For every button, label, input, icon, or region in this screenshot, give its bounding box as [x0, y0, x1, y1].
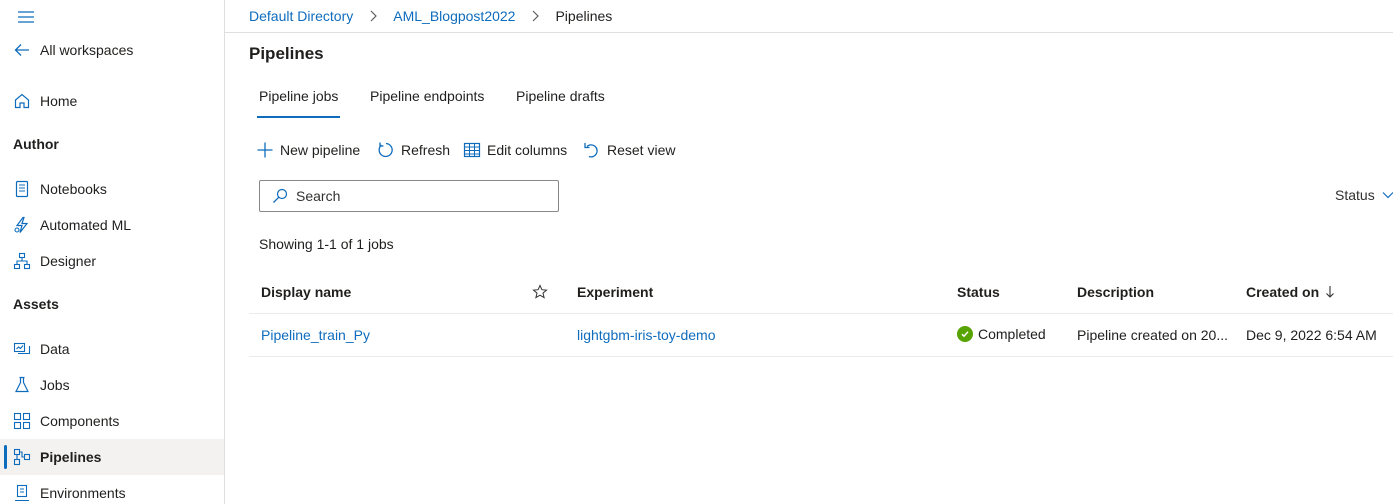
sidebar-item-environments[interactable]: Environments — [0, 475, 224, 504]
refresh-button[interactable]: Refresh — [377, 140, 450, 160]
tab-pipeline-endpoints[interactable]: Pipeline endpoints — [370, 88, 484, 118]
chevron-right-icon — [533, 10, 540, 22]
table-columns-icon — [463, 142, 481, 158]
automated-ml-icon — [13, 216, 31, 234]
home-icon — [13, 92, 31, 110]
reset-view-button[interactable]: Reset view — [583, 140, 675, 160]
sidebar-item-label: Components — [40, 413, 120, 429]
breadcrumb: Default Directory AML_Blogpost2022 Pipel… — [249, 6, 612, 26]
header-divider — [225, 32, 1393, 33]
status-text: Completed — [978, 326, 1046, 342]
breadcrumb-link-directory[interactable]: Default Directory — [249, 8, 353, 24]
environment-icon — [13, 484, 31, 502]
status-filter-label: Status — [1335, 187, 1375, 203]
flask-icon — [13, 376, 31, 394]
plus-icon — [257, 142, 273, 158]
column-header-created-on[interactable]: Created on — [1246, 284, 1336, 300]
edit-columns-label: Edit columns — [487, 142, 568, 158]
pipeline-icon — [13, 448, 31, 466]
hamburger-menu-icon[interactable] — [17, 10, 35, 24]
notebook-icon — [13, 180, 31, 198]
reset-view-label: Reset view — [607, 142, 676, 158]
description-cell: Pipeline created on 20... — [1077, 327, 1228, 343]
breadcrumb-current: Pipelines — [555, 8, 613, 24]
sidebar-item-label: Data — [40, 341, 70, 357]
created-on-cell: Dec 9, 2022 6:54 AM — [1246, 327, 1377, 343]
sidebar-item-label: Home — [40, 93, 78, 109]
sidebar-item-all-workspaces[interactable]: All workspaces — [0, 32, 224, 68]
sidebar-item-pipelines[interactable]: Pipelines — [0, 439, 224, 475]
chevron-down-icon — [1382, 192, 1393, 199]
search-box[interactable] — [259, 180, 559, 212]
column-header-display-name[interactable]: Display name — [261, 284, 351, 300]
results-count: Showing 1-1 of 1 jobs — [259, 236, 394, 252]
refresh-icon — [378, 142, 393, 158]
sidebar-item-label: Designer — [40, 253, 97, 269]
header-row-divider — [249, 313, 1393, 314]
sidebar-item-label: Jobs — [40, 377, 70, 393]
sidebar: All workspaces Home Author Notebooks Aut… — [0, 0, 225, 504]
sidebar-section-assets: Assets — [13, 296, 59, 312]
status-badge: Completed — [957, 326, 1046, 342]
status-filter-dropdown[interactable]: Status — [1335, 187, 1393, 203]
sidebar-item-designer[interactable]: Designer — [0, 243, 224, 279]
sidebar-item-label: Pipelines — [40, 449, 102, 465]
experiment-link[interactable]: lightgbm-iris-toy-demo — [577, 327, 715, 343]
data-icon — [13, 340, 31, 358]
undo-icon — [584, 143, 598, 158]
sidebar-item-jobs[interactable]: Jobs — [0, 367, 224, 403]
new-pipeline-label: New pipeline — [280, 142, 361, 158]
search-icon — [273, 188, 288, 203]
display-name-link[interactable]: Pipeline_train_Py — [261, 327, 370, 343]
created-on-label: Created on — [1246, 284, 1320, 300]
sidebar-item-home[interactable]: Home — [0, 83, 224, 119]
column-header-description[interactable]: Description — [1077, 284, 1154, 300]
chevron-right-icon — [370, 10, 378, 22]
new-pipeline-button[interactable]: New pipeline — [256, 140, 360, 160]
breadcrumb-link-workspace[interactable]: AML_Blogpost2022 — [393, 8, 515, 24]
search-input[interactable] — [296, 188, 536, 204]
tab-pipeline-drafts[interactable]: Pipeline drafts — [516, 88, 605, 118]
sidebar-item-automated-ml[interactable]: Automated ML — [0, 207, 224, 243]
sidebar-item-notebooks[interactable]: Notebooks — [0, 171, 224, 207]
column-header-experiment[interactable]: Experiment — [577, 284, 653, 300]
page-title: Pipelines — [249, 44, 324, 63]
sort-descending-icon — [1326, 286, 1335, 298]
sidebar-item-label: Environments — [40, 485, 126, 501]
row-divider — [249, 356, 1393, 357]
components-icon — [13, 412, 31, 430]
checkmark-circle-icon — [957, 326, 973, 342]
sidebar-item-components[interactable]: Components — [0, 403, 224, 439]
sidebar-item-label: All workspaces — [40, 42, 134, 58]
edit-columns-button[interactable]: Edit columns — [463, 140, 567, 160]
designer-icon — [13, 252, 31, 270]
column-header-status[interactable]: Status — [957, 284, 1000, 300]
star-icon[interactable] — [532, 284, 548, 300]
active-indicator — [4, 445, 7, 469]
sidebar-item-label: Notebooks — [40, 181, 107, 197]
sidebar-item-label: Automated ML — [40, 217, 132, 233]
sidebar-section-author: Author — [13, 136, 59, 152]
arrow-left-icon — [13, 41, 31, 59]
sidebar-item-data[interactable]: Data — [0, 331, 224, 367]
tab-pipeline-jobs[interactable]: Pipeline jobs — [256, 88, 341, 118]
refresh-label: Refresh — [401, 142, 451, 158]
